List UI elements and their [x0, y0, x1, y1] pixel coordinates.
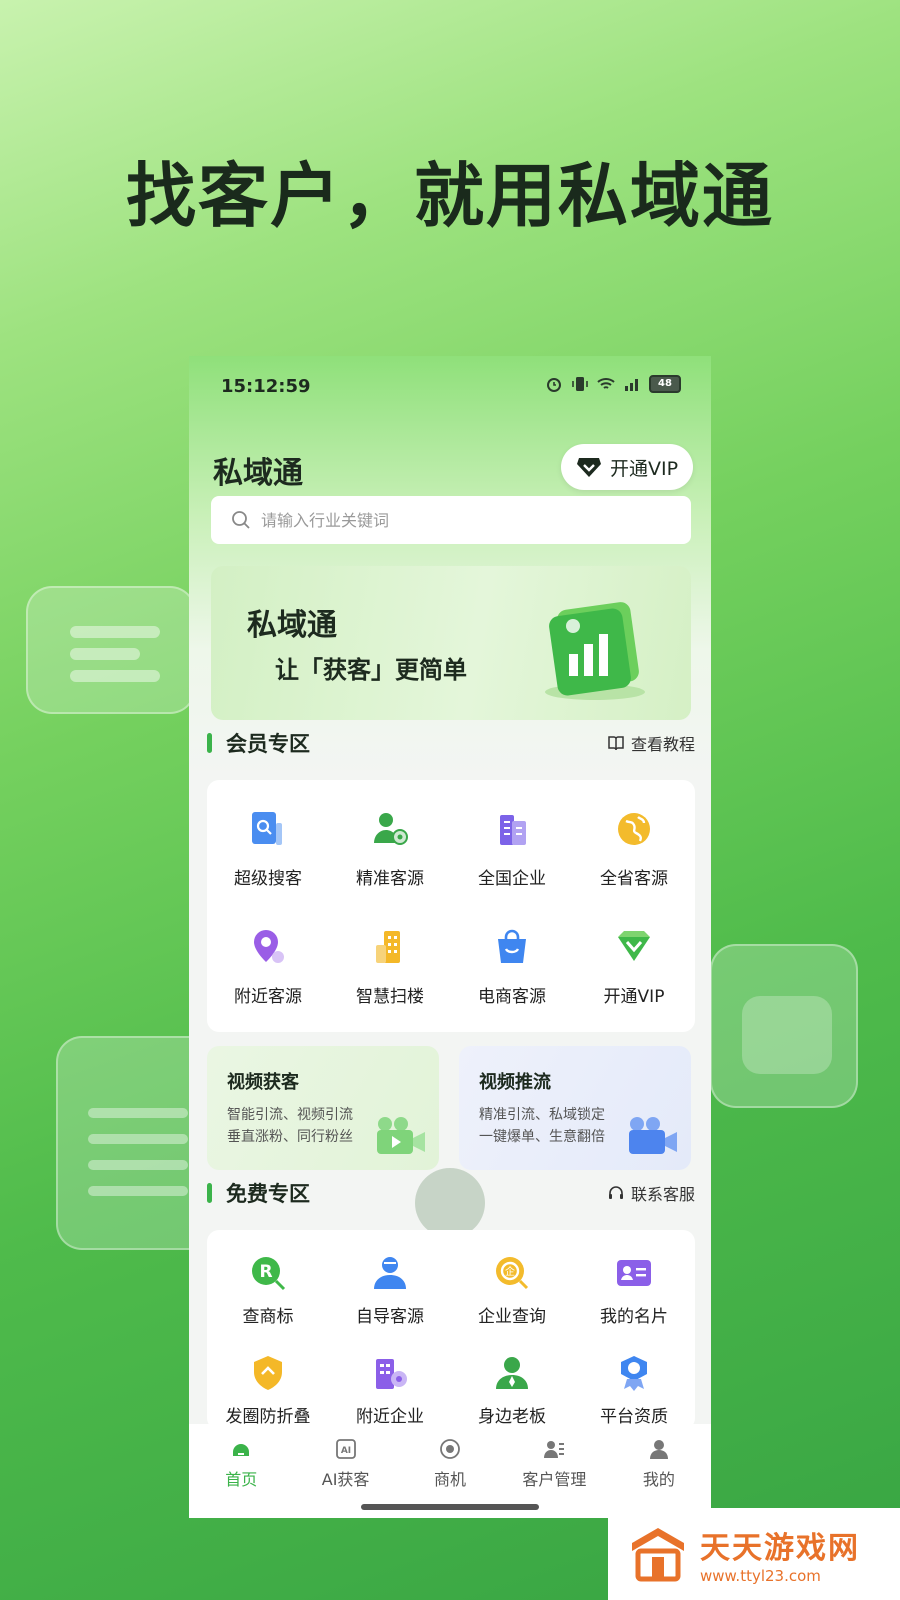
video-camera-icon: [377, 1117, 425, 1154]
member-item-nearby-leads[interactable]: 附近客源: [207, 898, 329, 1016]
company-search-icon: 企: [496, 1257, 529, 1290]
status-icons: 48: [545, 375, 681, 393]
home-indicator: [361, 1504, 539, 1510]
free-item-anti-fold[interactable]: 发圈防折叠: [207, 1330, 329, 1430]
home-icon: [233, 1444, 250, 1456]
member-item-province-leads[interactable]: 全省客源: [573, 780, 695, 898]
headline: 找客户，就用私域通: [126, 155, 774, 237]
ai-icon: AI: [335, 1439, 356, 1459]
contact-support-label: 联系客服: [630, 1185, 695, 1204]
view-tutorial-link[interactable]: 查看教程: [607, 731, 695, 755]
building-icon: [500, 815, 526, 845]
promo-banner[interactable]: 私域通 让「获客」更简单: [211, 566, 691, 720]
member-item-precise-leads[interactable]: 精准客源: [329, 780, 451, 898]
promo-video-leads[interactable]: 视频获客 智能引流、视频引流 垂直涨粉、同行粉丝: [207, 1046, 439, 1170]
member-item-national-companies[interactable]: 全国企业: [451, 780, 573, 898]
target-user-icon: [374, 813, 408, 845]
tab-mine[interactable]: 我的: [607, 1424, 711, 1518]
open-vip-button[interactable]: 开通VIP: [561, 444, 693, 490]
location-pin-icon: [254, 930, 284, 963]
free-item-platform-qualification[interactable]: 平台资质: [573, 1330, 695, 1430]
decorative-card-right: [710, 944, 858, 1108]
banner-subtitle: 让「获客」更简单: [275, 656, 467, 684]
banner-title: 私域通: [247, 608, 337, 643]
vip-diamond-icon: [618, 931, 650, 961]
alarm-icon: [547, 378, 561, 392]
profile-icon: [649, 1440, 668, 1459]
free-item-company-search[interactable]: 企 企业查询: [451, 1230, 573, 1330]
free-grid: R 查商标 自导客源 企 企业查询 我的名片 发圈防折叠 附近企业 身边老板 平…: [207, 1230, 695, 1430]
customer-list-icon: [544, 1441, 565, 1458]
status-time: 15:12:59: [221, 376, 311, 397]
tab-home[interactable]: 首页: [189, 1424, 293, 1518]
free-item-self-leads[interactable]: 自导客源: [329, 1230, 451, 1330]
svg-text:R: R: [259, 1262, 272, 1282]
free-section-title: 免费专区: [226, 1182, 310, 1206]
signal-icon: [625, 379, 638, 391]
member-item-smart-building-scan[interactable]: 智慧扫楼: [329, 898, 451, 1016]
trademark-icon: R: [252, 1257, 286, 1291]
nearby-building-icon: [376, 1359, 407, 1389]
search-input[interactable]: [261, 510, 661, 530]
member-section-title: 会员专区: [226, 732, 310, 756]
free-section-header: 免费专区 联系客服: [207, 1176, 695, 1210]
decorative-card-left: [26, 586, 196, 714]
free-item-nearby-companies[interactable]: 附近企业: [329, 1330, 451, 1430]
wifi-icon: [597, 378, 615, 389]
search-icon: [232, 511, 250, 529]
shield-icon: [254, 1356, 282, 1390]
boss-icon: [496, 1357, 528, 1389]
member-item-super-search[interactable]: 超级搜客: [207, 780, 329, 898]
app-title: 私域通: [213, 456, 303, 491]
promo-video-push[interactable]: 视频推流 精准引流、私域锁定 一键爆单、生意翻倍: [459, 1046, 691, 1170]
diamond-icon: [576, 458, 601, 477]
open-vip-label: 开通VIP: [609, 457, 679, 480]
member-item-ecommerce-leads[interactable]: 电商客源: [451, 898, 573, 1016]
card-icon: [617, 1260, 651, 1286]
vibrate-icon: [572, 377, 588, 391]
tower-icon: [376, 931, 400, 963]
svg-text:企: 企: [505, 1265, 515, 1278]
search-doc-icon: [252, 812, 282, 845]
contact-support-link[interactable]: 联系客服: [607, 1181, 695, 1205]
promo-title: 视频推流: [479, 1072, 551, 1093]
member-section-header: 会员专区 查看教程: [207, 726, 695, 760]
user-icon: [374, 1257, 406, 1289]
book-icon: [608, 736, 624, 751]
badge-icon: [621, 1356, 647, 1391]
promo-description: 精准引流、私域锁定 一键爆单、生意翻倍: [479, 1107, 605, 1145]
free-item-nearby-boss[interactable]: 身边老板: [451, 1330, 573, 1430]
member-grid: 超级搜客 精准客源 全国企业 全省客源 附近客源 智慧扫楼 电商客源 开通VIP: [207, 780, 695, 1032]
watermark-url: www.ttyl23.com: [700, 1567, 821, 1585]
compass-icon: [440, 1439, 460, 1459]
video-camera-blue-icon: [629, 1117, 677, 1154]
free-item-my-card[interactable]: 我的名片: [573, 1230, 695, 1330]
shopping-bag-icon: [498, 929, 526, 963]
free-item-trademark[interactable]: R 查商标: [207, 1230, 329, 1330]
promo-description: 智能引流、视频引流 垂直涨粉、同行粉丝: [227, 1107, 353, 1145]
globe-icon: [618, 813, 650, 845]
view-tutorial-label: 查看教程: [630, 735, 695, 754]
watermark-logo-icon: [632, 1528, 684, 1582]
chart-illustration-icon: [545, 602, 645, 700]
search-bar[interactable]: [211, 496, 691, 544]
member-item-open-vip[interactable]: 开通VIP: [573, 898, 695, 1016]
battery-icon: 48: [649, 375, 681, 393]
promo-title: 视频获客: [227, 1072, 299, 1093]
headset-icon: [608, 1186, 623, 1199]
svg-text:AI: AI: [340, 1446, 350, 1456]
watermark: 天天游戏网 www.ttyl23.com: [608, 1508, 900, 1600]
phone-screen: 15:12:59 48 私域通 开通VIP 私域通 让「获客」更简单 会员专区: [189, 356, 711, 1518]
watermark-name: 天天游戏网: [700, 1531, 860, 1566]
